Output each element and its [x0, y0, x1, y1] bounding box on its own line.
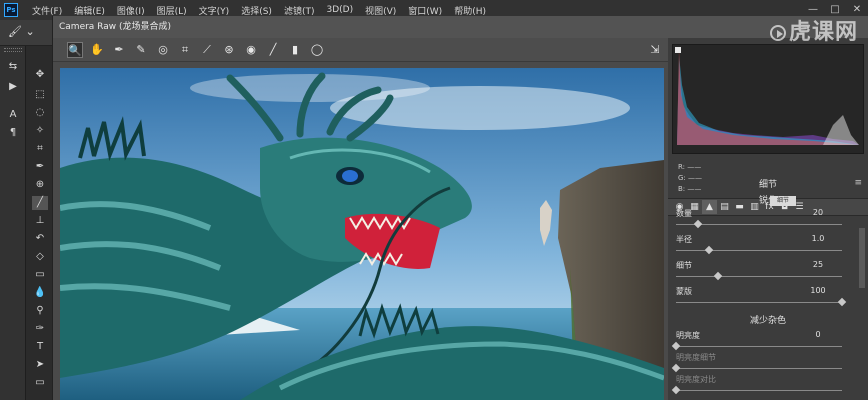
menu-view[interactable]: 视图(V)	[359, 4, 402, 17]
dialog-title: Camera Raw (龙场景合成)	[53, 16, 868, 38]
noise-slider-label: 明亮度细节	[676, 353, 716, 362]
noise-slider-label: 明亮度	[676, 331, 700, 340]
white-balance-icon[interactable]: ✒	[111, 42, 127, 58]
spot-removal-icon[interactable]: ⊛	[221, 42, 237, 58]
zoom-icon[interactable]: 🔍	[67, 41, 83, 58]
adjustment-brush-icon[interactable]: ╱	[265, 42, 281, 58]
menu-type[interactable]: 文字(Y)	[193, 4, 236, 17]
play-icon[interactable]: ▶	[5, 80, 21, 94]
marquee-tool-icon[interactable]: ⬚	[32, 88, 48, 102]
stamp-tool-icon[interactable]: ⊥	[32, 214, 48, 228]
watermark: 虎课网	[769, 14, 858, 46]
brush-tool-icon[interactable]: ╱	[32, 196, 48, 210]
hand-icon[interactable]: ✋	[89, 42, 105, 58]
menu-edit[interactable]: 编辑(E)	[68, 4, 111, 17]
brush-preset-picker[interactable]: 🖌 ⌄	[8, 25, 38, 41]
eraser-tool-icon[interactable]: ◇	[32, 250, 48, 264]
healing-tool-icon[interactable]: ⊕	[32, 178, 48, 192]
sharpen-slider-thumb[interactable]	[704, 245, 714, 255]
panel-menu-icon[interactable]: ≡	[854, 178, 862, 188]
sharpen-slider-label: 半径	[676, 235, 692, 244]
red-readout: R: ——	[678, 163, 702, 171]
noise-slider-value[interactable]: 0	[808, 330, 828, 339]
menu-select[interactable]: 选择(S)	[235, 4, 278, 17]
shape-tool-icon[interactable]: ▭	[32, 376, 48, 390]
graduated-filter-icon[interactable]: ▮	[287, 42, 303, 58]
menu-3d[interactable]: 3D(D)	[320, 5, 359, 15]
sharpen-slider-track[interactable]	[676, 250, 842, 251]
noise-heading: 减少杂色	[749, 316, 786, 326]
tools-panel: ⇆ ▶ A ¶	[0, 46, 26, 400]
ps-logo-icon: Ps	[4, 3, 18, 17]
sharpen-slider-value[interactable]: 20	[808, 208, 828, 217]
photoshop-window: Ps 文件(F) 编辑(E) 图像(I) 图层(L) 文字(Y) 选择(S) 滤…	[0, 0, 868, 400]
red-eye-icon[interactable]: ◉	[243, 42, 259, 58]
noise-slider-thumb[interactable]	[671, 341, 681, 351]
noise-slider-thumb[interactable]	[671, 363, 681, 373]
color-sampler-icon[interactable]: ✎	[133, 42, 149, 58]
adjustments-panel: R: —— G: —— B: —— ◉ ▦ ▲ ▤ ▬ ▥ fx ◘ ☰ 细节 …	[668, 38, 868, 400]
histogram	[672, 44, 864, 154]
sharpen-slider-label: 蒙版	[676, 287, 692, 296]
watermark-text: 虎课网	[788, 20, 858, 45]
noise-slider-thumb[interactable]	[671, 385, 681, 395]
section-title: 细节	[758, 180, 777, 190]
tooltip: 细节	[770, 196, 796, 206]
sharpen-slider-thumb[interactable]	[693, 219, 702, 229]
lasso-tool-icon[interactable]: ◌	[32, 106, 48, 120]
image-canvas[interactable]	[60, 68, 664, 400]
straighten-icon[interactable]: ⟋	[199, 42, 215, 58]
sharpen-slider-value[interactable]: 100	[808, 286, 828, 295]
noise-slider-track[interactable]	[676, 390, 842, 391]
eyedropper-tool-icon[interactable]: ✒	[32, 160, 48, 174]
blur-tool-icon[interactable]: 💧	[32, 286, 48, 300]
character-icon[interactable]: A	[5, 108, 21, 122]
sharpen-slider-label: 数量	[676, 209, 692, 218]
sharpen-slider-value[interactable]: 25	[808, 260, 828, 269]
noise-slider-track[interactable]	[676, 346, 842, 347]
open-preferences-icon[interactable]: ⇲	[647, 42, 663, 58]
paragraph-icon[interactable]: ¶	[5, 126, 21, 140]
sharpen-slider-track[interactable]	[676, 276, 842, 277]
dragon-scene-image	[60, 68, 664, 400]
toolbar-grip[interactable]	[4, 48, 22, 52]
path-select-icon[interactable]: ➤	[32, 358, 48, 372]
sharpen-slider-value[interactable]: 1.0	[808, 234, 828, 243]
menu-file[interactable]: 文件(F)	[26, 4, 68, 17]
menu-layer[interactable]: 图层(L)	[151, 4, 193, 17]
watermark-play-icon	[769, 25, 786, 41]
quick-select-icon[interactable]: ✧	[32, 124, 48, 138]
sharpen-heading: 锐化	[758, 196, 777, 206]
dodge-tool-icon[interactable]: ⚲	[32, 304, 48, 318]
radial-filter-icon[interactable]: ◯	[309, 42, 325, 58]
noise-slider-track[interactable]	[676, 368, 842, 369]
move-tool-icon[interactable]: ✥	[32, 68, 48, 82]
menu-image[interactable]: 图像(I)	[111, 4, 151, 17]
crop-icon[interactable]: ⌗	[177, 42, 193, 58]
scrollbar-thumb[interactable]	[859, 228, 865, 288]
noise-slider-label: 明亮度对比	[676, 375, 716, 384]
type-tool-icon[interactable]: T	[32, 340, 48, 354]
gradient-tool-icon[interactable]: ▭	[32, 268, 48, 282]
history-brush-icon[interactable]: ↶	[32, 232, 48, 246]
crop-tool-icon[interactable]: ⌗	[32, 142, 48, 156]
histogram-graph	[673, 45, 863, 153]
sharpen-slider-thumb[interactable]	[837, 297, 847, 307]
menu-filter[interactable]: 滤镜(T)	[278, 4, 321, 17]
pen-tool-icon[interactable]: ✑	[32, 322, 48, 336]
sharpen-slider-track[interactable]	[676, 302, 842, 303]
menu-window[interactable]: 窗口(W)	[402, 4, 448, 17]
sharpen-slider-thumb[interactable]	[713, 271, 722, 281]
camera-raw-toolbar: 🔍 ✋ ✒ ✎ ◎ ⌗ ⟋ ⊛ ◉ ╱ ▮ ◯	[53, 38, 669, 62]
panel-scrollbar[interactable]	[858, 218, 866, 400]
targeted-adjust-icon[interactable]: ◎	[155, 42, 171, 58]
swap-icon[interactable]: ⇆	[5, 60, 21, 74]
menu-help[interactable]: 帮助(H)	[448, 4, 492, 17]
sharpen-slider-label: 细节	[676, 261, 692, 270]
